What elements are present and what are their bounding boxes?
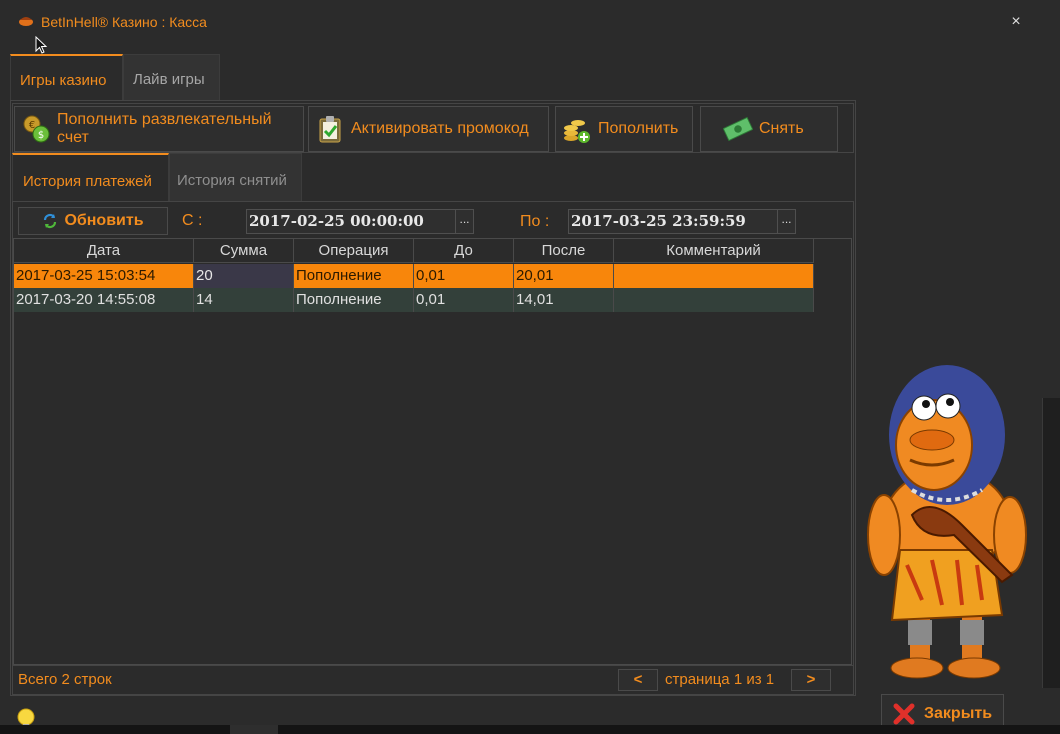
taskbar xyxy=(0,725,1060,734)
cell-after[interactable]: 20,01 xyxy=(514,264,614,288)
page-indicator: страница 1 из 1 xyxy=(665,671,775,688)
column-header-operation[interactable]: Операция xyxy=(294,239,414,263)
cell-date[interactable]: 2017-03-20 14:55:08 xyxy=(14,288,194,312)
tab-live-games[interactable]: Лайв игры xyxy=(123,54,220,100)
cell-amount[interactable]: 20 xyxy=(194,264,294,288)
table-row[interactable]: 2017-03-20 14:55:08 14 Пополнение 0,01 1… xyxy=(14,288,814,312)
deposit-entertainment-account-label: Пополнить развлекательный счет xyxy=(57,111,272,146)
clipboard-check-icon xyxy=(315,114,345,144)
caveman-mascot-icon xyxy=(867,365,1027,679)
withdraw-button[interactable]: Снять xyxy=(700,106,838,152)
activate-promocode-button[interactable]: Активировать промокод xyxy=(308,106,549,152)
date-from-value: 2017-02-25 00:00:00 xyxy=(249,212,424,230)
cell-comment[interactable] xyxy=(614,264,814,288)
column-header-comment[interactable]: Комментарий xyxy=(614,239,814,263)
deposit-button[interactable]: Пополнить xyxy=(555,106,693,152)
window-close-button[interactable]: × xyxy=(1007,12,1025,32)
cell-operation[interactable]: Пополнение xyxy=(294,264,414,288)
tab-casino-games[interactable]: Игры казино xyxy=(10,54,123,100)
deposit-label: Пополнить xyxy=(598,120,679,137)
date-from-field[interactable]: 2017-02-25 00:00:00 ... xyxy=(246,209,474,234)
tab-withdrawal-history[interactable]: История снятий xyxy=(169,153,302,201)
column-header-amount[interactable]: Сумма xyxy=(194,239,294,263)
activate-promocode-label: Активировать промокод xyxy=(351,120,529,137)
app-logo-icon xyxy=(19,17,33,26)
lightbulb-icon[interactable] xyxy=(14,707,38,727)
withdraw-label: Снять xyxy=(759,120,804,137)
coins-add-icon xyxy=(562,114,592,144)
date-to-value: 2017-03-25 23:59:59 xyxy=(571,212,746,230)
refresh-button[interactable]: Обновить xyxy=(18,207,168,235)
deposit-entertainment-account-button[interactable]: € $ Пополнить развлекательный счет xyxy=(14,106,304,152)
date-from-picker-button[interactable]: ... xyxy=(455,210,473,233)
refresh-label: Обновить xyxy=(64,212,144,229)
column-header-date[interactable]: Дата xyxy=(14,239,194,263)
column-header-before[interactable]: До xyxy=(414,239,514,263)
close-x-icon xyxy=(893,703,915,725)
date-to-field[interactable]: 2017-03-25 23:59:59 ... xyxy=(568,209,796,234)
cell-date[interactable]: 2017-03-25 15:03:54 xyxy=(14,264,194,288)
cell-after[interactable]: 14,01 xyxy=(514,288,614,312)
grid-header: Дата Сумма Операция До После Комментарий xyxy=(14,239,814,263)
cell-before[interactable]: 0,01 xyxy=(414,264,514,288)
date-to-picker-button[interactable]: ... xyxy=(777,210,795,233)
date-to-label: По : xyxy=(520,213,550,230)
close-window-label: Закрыть xyxy=(924,705,993,722)
background-window-strip xyxy=(1042,398,1060,688)
cell-before[interactable]: 0,01 xyxy=(414,288,514,312)
date-from-label: С : xyxy=(182,212,203,229)
window-title: BetInHell® Казино : Касса xyxy=(41,14,207,30)
taskbar-item[interactable] xyxy=(230,725,278,734)
total-rows-label: Всего 2 строк xyxy=(18,671,112,688)
cell-amount[interactable]: 14 xyxy=(194,288,294,312)
table-row[interactable]: 2017-03-25 15:03:54 20 Пополнение 0,01 2… xyxy=(14,264,814,288)
banknote-icon xyxy=(723,114,753,144)
column-header-after[interactable]: После xyxy=(514,239,614,263)
svg-text:$: $ xyxy=(38,130,44,141)
tab-payment-history[interactable]: История платежей xyxy=(12,153,169,201)
mouse-cursor-icon xyxy=(35,36,48,54)
next-page-button[interactable]: > xyxy=(791,669,831,691)
refresh-icon xyxy=(44,213,57,229)
coins-deposit-icon: € $ xyxy=(21,114,51,144)
prev-page-button[interactable]: < xyxy=(618,669,658,691)
cell-comment[interactable] xyxy=(614,288,814,312)
cell-operation[interactable]: Пополнение xyxy=(294,288,414,312)
